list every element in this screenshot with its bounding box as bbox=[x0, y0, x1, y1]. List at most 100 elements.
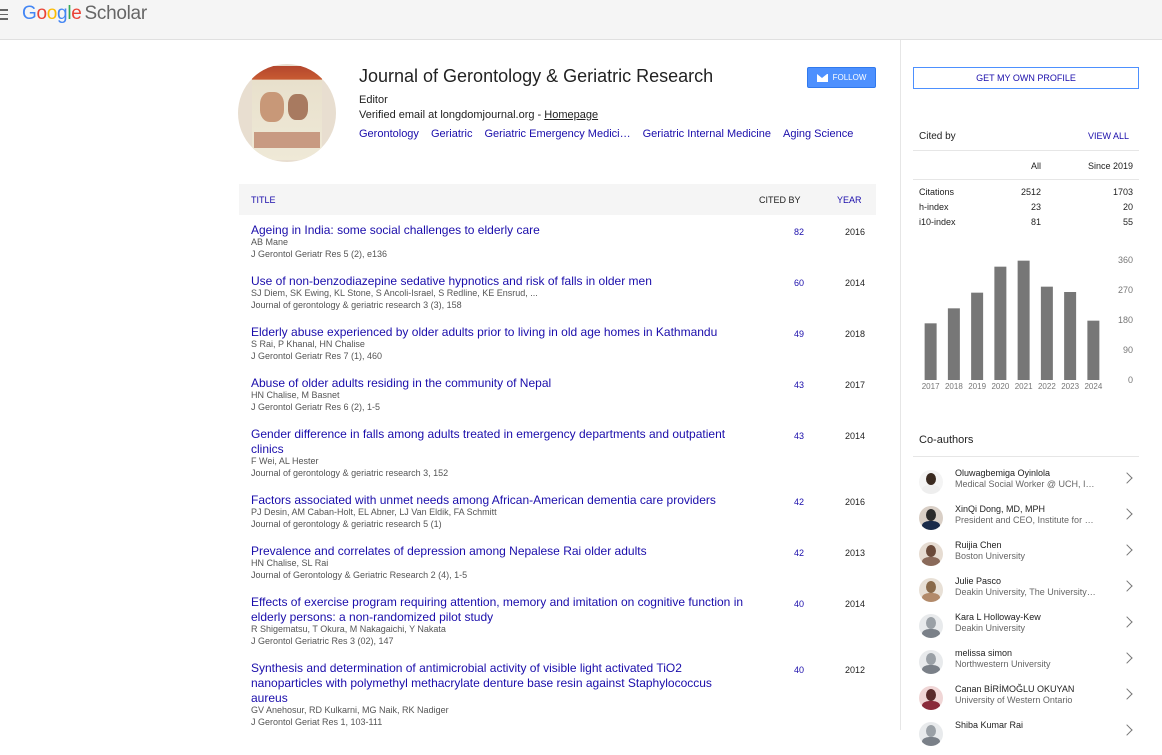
stats-col-all: All bbox=[1030, 161, 1041, 171]
chevron-right-icon[interactable] bbox=[1121, 616, 1133, 628]
chart-bar[interactable] bbox=[947, 308, 960, 380]
sort-by-cited[interactable]: CITED BY bbox=[759, 195, 801, 205]
chart-bar[interactable] bbox=[1064, 292, 1077, 380]
chart-bar[interactable] bbox=[994, 266, 1007, 380]
y-tick-label: 0 bbox=[1128, 375, 1133, 385]
cited-by-count-link[interactable]: 60 bbox=[779, 278, 804, 288]
article-year: 2017 bbox=[844, 380, 865, 390]
chevron-right-icon[interactable] bbox=[1121, 580, 1133, 592]
cited-by-count-link[interactable]: 82 bbox=[779, 227, 804, 237]
coauthor-item[interactable]: melissa simon Northwestern University bbox=[913, 647, 1139, 683]
coauthor-item[interactable]: Julie Pasco Deakin University, The Unive… bbox=[913, 575, 1139, 611]
chart-bar[interactable] bbox=[971, 292, 984, 380]
menu-icon[interactable] bbox=[0, 9, 10, 23]
sort-by-title[interactable]: TITLE bbox=[251, 195, 276, 205]
x-tick-label: 2023 bbox=[1061, 382, 1079, 391]
interest-link[interactable]: Geriatric Emergency Medici… bbox=[485, 128, 631, 140]
coauthor-name[interactable]: Julie Pasco bbox=[955, 576, 1001, 586]
follow-button[interactable]: FOLLOW bbox=[807, 67, 876, 88]
article-venue: Journal of Gerontology & Geriatric Resea… bbox=[251, 570, 468, 580]
metric-label: Citations bbox=[919, 187, 955, 197]
metric-all: 23 bbox=[1030, 202, 1041, 212]
profile-name: Journal of Gerontology & Geriatric Resea… bbox=[359, 66, 714, 86]
coauthor-avatar bbox=[919, 578, 943, 602]
article-title-link[interactable]: Synthesis and determination of antimicro… bbox=[251, 661, 751, 706]
homepage-link[interactable]: Homepage bbox=[544, 109, 598, 121]
article-venue: Journal of gerontology & geriatric resea… bbox=[251, 468, 449, 478]
cited-by-count-link[interactable]: 43 bbox=[779, 431, 804, 441]
coauthor-name[interactable]: Oluwagbemiga Oyinlola bbox=[955, 468, 1050, 478]
cited-by-count-link[interactable]: 49 bbox=[779, 329, 804, 339]
sort-by-year[interactable]: YEAR bbox=[837, 195, 862, 205]
metric-since: 55 bbox=[1122, 217, 1133, 227]
article-venue: J Gerontol Geriatr Res 7 (1), 460 bbox=[251, 351, 383, 361]
coauthor-name[interactable]: Canan BİRİMOĞLU OKUYAN bbox=[955, 684, 1074, 694]
interest-link[interactable]: Gerontology bbox=[359, 128, 419, 140]
metric-since: 1703 bbox=[1112, 187, 1133, 197]
coauthor-item[interactable]: XinQi Dong, MD, MPH President and CEO, I… bbox=[913, 503, 1139, 539]
google-scholar-logo[interactable]: Google Scholar bbox=[22, 3, 147, 25]
cited-by-heading: Cited by bbox=[919, 131, 956, 142]
coauthor-affiliation: President and CEO, Institute for … bbox=[955, 515, 1094, 525]
coauthor-affiliation: Northwestern University bbox=[955, 659, 1051, 669]
coauthor-item[interactable]: Canan BİRİMOĞLU OKUYAN University of Wes… bbox=[913, 683, 1139, 719]
coauthor-name[interactable]: Kara L Holloway-Kew bbox=[955, 612, 1041, 622]
divider bbox=[913, 150, 1139, 151]
coauthor-name[interactable]: melissa simon bbox=[955, 648, 1012, 658]
chart-bar[interactable] bbox=[924, 323, 937, 380]
cited-by-count-link[interactable]: 43 bbox=[779, 380, 804, 390]
chart-bar[interactable] bbox=[1017, 260, 1030, 380]
cited-by-count-link[interactable]: 42 bbox=[779, 548, 804, 558]
coauthor-affiliation: Deakin University bbox=[955, 623, 1026, 633]
chevron-right-icon[interactable] bbox=[1121, 472, 1133, 484]
article-year: 2014 bbox=[844, 431, 865, 441]
article-title-link[interactable]: Elderly abuse experienced by older adult… bbox=[251, 325, 751, 340]
follow-label: FOLLOW bbox=[832, 73, 867, 82]
coauthor-name[interactable]: XinQi Dong, MD, MPH bbox=[955, 504, 1045, 514]
interest-link[interactable]: Geriatric bbox=[431, 128, 473, 140]
y-tick-label: 270 bbox=[1118, 285, 1133, 295]
article-year: 2014 bbox=[844, 599, 865, 609]
profile-email: Verified email at longdomjournal.org - H… bbox=[359, 109, 598, 121]
article-year: 2012 bbox=[844, 665, 865, 675]
article-title-link[interactable]: Factors associated with unmet needs amon… bbox=[251, 493, 751, 508]
chevron-right-icon[interactable] bbox=[1121, 508, 1133, 520]
article-year: 2016 bbox=[844, 497, 865, 507]
coauthor-item[interactable]: Shiba Kumar Rai bbox=[913, 719, 1139, 755]
email-text: Verified email at longdomjournal.org - bbox=[359, 109, 545, 121]
chevron-right-icon[interactable] bbox=[1121, 652, 1133, 664]
cited-by-count-link[interactable]: 40 bbox=[779, 665, 804, 675]
coauthor-item[interactable]: Ruijia Chen Boston University bbox=[913, 539, 1139, 575]
x-tick-label: 2024 bbox=[1084, 382, 1102, 391]
coauthor-item[interactable]: Kara L Holloway-Kew Deakin University bbox=[913, 611, 1139, 647]
cited-by-count-link[interactable]: 40 bbox=[779, 599, 804, 609]
article-venue: Journal of gerontology & geriatric resea… bbox=[251, 519, 442, 529]
coauthor-item[interactable]: Oluwagbemiga Oyinlola Medical Social Wor… bbox=[913, 467, 1139, 503]
chevron-right-icon[interactable] bbox=[1121, 724, 1133, 736]
coauthor-avatar bbox=[919, 650, 943, 674]
coauthor-name[interactable]: Ruijia Chen bbox=[955, 540, 1002, 550]
chevron-right-icon[interactable] bbox=[1121, 544, 1133, 556]
interest-link[interactable]: Aging Science bbox=[783, 128, 853, 140]
x-tick-label: 2021 bbox=[1015, 382, 1033, 391]
article-year: 2013 bbox=[844, 548, 865, 558]
article-title-link[interactable]: Abuse of older adults residing in the co… bbox=[251, 376, 751, 391]
coauthor-name[interactable]: Shiba Kumar Rai bbox=[955, 720, 1023, 730]
article-title-link[interactable]: Prevalence and correlates of depression … bbox=[251, 544, 751, 559]
article-title-link[interactable]: Use of non-benzodiazepine sedative hypno… bbox=[251, 274, 751, 289]
chevron-right-icon[interactable] bbox=[1121, 688, 1133, 700]
article-year: 2014 bbox=[844, 278, 865, 288]
cited-by-count-link[interactable]: 42 bbox=[779, 497, 804, 507]
get-my-own-profile-button[interactable]: GET MY OWN PROFILE bbox=[913, 67, 1139, 89]
article-title-link[interactable]: Ageing in India: some social challenges … bbox=[251, 223, 751, 238]
chart-bar[interactable] bbox=[1087, 320, 1100, 380]
interest-link[interactable]: Geriatric Internal Medicine bbox=[643, 128, 771, 140]
article-title-link[interactable]: Gender difference in falls among adults … bbox=[251, 427, 751, 457]
article-title-link[interactable]: Effects of exercise program requiring at… bbox=[251, 595, 751, 625]
view-all-link[interactable]: VIEW ALL bbox=[1088, 131, 1129, 141]
article-authors: S Rai, P Khanal, HN Chalise bbox=[251, 339, 365, 349]
chart-bar[interactable] bbox=[1040, 286, 1053, 380]
y-tick-label: 90 bbox=[1123, 345, 1133, 355]
article-venue: J Gerontol Geriatr Res 6 (2), 1-5 bbox=[251, 402, 381, 412]
article-authors: AB Mane bbox=[251, 237, 289, 247]
